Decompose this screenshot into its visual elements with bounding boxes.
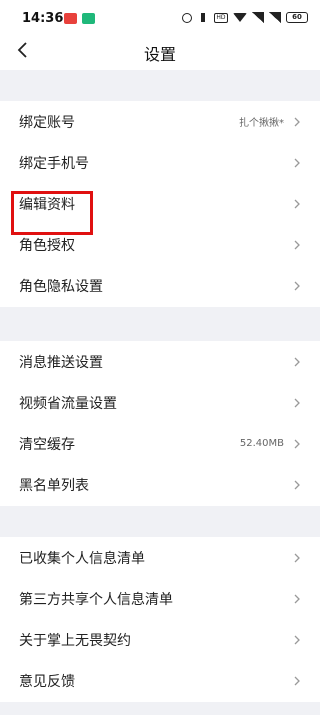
- app-red-icon: [64, 13, 77, 24]
- status-time: 14:36: [22, 11, 64, 26]
- chevron-right-icon: [294, 676, 300, 686]
- settings-group-3: 已收集个人信息清单 第三方共享个人信息清单 关于掌上无畏契约 意见反馈: [0, 537, 320, 702]
- battery-icon: 60: [286, 12, 308, 23]
- alarm-icon: [182, 12, 192, 23]
- status-bar: 14:36 HD 60: [0, 0, 320, 36]
- wifi-icon: [233, 13, 247, 22]
- settings-group-2: 消息推送设置 视频省流量设置 清空缓存 52.40MB 黑名单列表: [0, 341, 320, 506]
- settings-item-label: 黑名单列表: [19, 478, 89, 495]
- settings-item-collected-info[interactable]: 已收集个人信息清单: [0, 537, 320, 578]
- signal-icon: [269, 12, 281, 23]
- chevron-right-icon: [294, 117, 300, 127]
- signal-icon: [252, 12, 264, 23]
- settings-item-label: 绑定手机号: [19, 155, 89, 172]
- settings-item-label: 视频省流量设置: [19, 395, 117, 412]
- chevron-right-icon: [294, 199, 300, 209]
- chevron-right-icon: [294, 553, 300, 563]
- settings-item-about[interactable]: 关于掌上无畏契约: [0, 619, 320, 660]
- chevron-right-icon: [294, 240, 300, 250]
- settings-item-blacklist[interactable]: 黑名单列表: [0, 465, 320, 506]
- settings-item-bind-account[interactable]: 绑定账号 扎个揪揪*: [0, 101, 320, 142]
- app-green-icon: [82, 13, 95, 24]
- chevron-right-icon: [294, 594, 300, 604]
- settings-item-role-privacy[interactable]: 角色隐私设置: [0, 266, 320, 307]
- settings-item-label: 角色授权: [19, 238, 75, 255]
- settings-item-label: 意见反馈: [19, 674, 75, 691]
- chevron-right-icon: [294, 158, 300, 168]
- settings-item-label: 角色隐私设置: [19, 279, 103, 296]
- chevron-right-icon: [294, 635, 300, 645]
- settings-item-label: 已收集个人信息清单: [19, 550, 145, 567]
- nav-bar: 设置: [0, 36, 320, 70]
- settings-item-label: 绑定账号: [19, 114, 75, 131]
- hd-icon: HD: [214, 12, 228, 23]
- settings-item-label: 第三方共享个人信息清单: [19, 591, 173, 608]
- vibrate-icon: [197, 12, 209, 23]
- chevron-right-icon: [294, 357, 300, 367]
- settings-item-label: 消息推送设置: [19, 354, 103, 371]
- settings-item-clear-cache[interactable]: 清空缓存 52.40MB: [0, 423, 320, 464]
- settings-item-third-party-info[interactable]: 第三方共享个人信息清单: [0, 578, 320, 619]
- settings-item-label: 关于掌上无畏契约: [19, 632, 131, 649]
- cache-size: 52.40MB: [239, 438, 284, 450]
- chevron-right-icon: [294, 281, 300, 291]
- settings-item-video-data-saver[interactable]: 视频省流量设置: [0, 382, 320, 423]
- chevron-right-icon: [294, 480, 300, 490]
- highlight-box: [11, 191, 93, 235]
- page-title: 设置: [143, 45, 176, 64]
- settings-item-push-settings[interactable]: 消息推送设置: [0, 341, 320, 382]
- chevron-right-icon: [294, 439, 300, 449]
- status-icons: HD 60: [182, 12, 308, 23]
- settings-item-bind-phone[interactable]: 绑定手机号: [0, 142, 320, 183]
- chevron-right-icon: [294, 398, 300, 408]
- settings-item-label: 清空缓存: [19, 436, 75, 453]
- settings-item-value: 扎个揪揪*: [239, 118, 284, 130]
- settings-item-feedback[interactable]: 意见反馈: [0, 661, 320, 702]
